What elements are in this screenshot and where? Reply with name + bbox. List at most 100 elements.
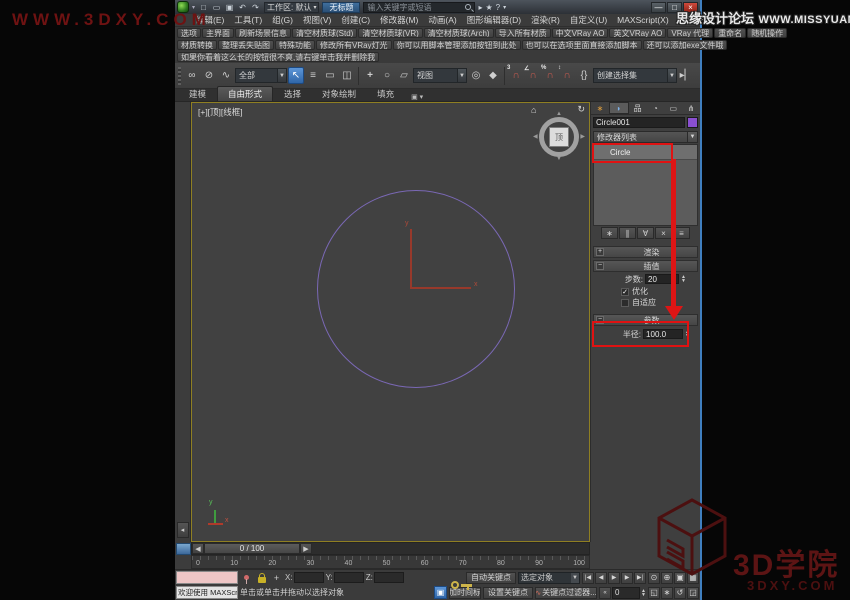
script-button[interactable]: 重命名 [714, 28, 746, 38]
time-slider-track[interactable]: ◀ 0 / 100 ▶ [191, 542, 590, 555]
viewcube-east-arrow[interactable]: ▶ [580, 133, 585, 140]
snap-toggle-3d-icon[interactable]: 3∩ [508, 67, 524, 84]
object-color-swatch[interactable] [687, 117, 698, 128]
script-button[interactable]: 如果你看着这么长的按钮很不爽,请右键单击我并删除我 [177, 52, 379, 62]
select-and-move-icon[interactable]: + [362, 67, 378, 84]
menu-item[interactable]: 视图(V) [298, 14, 336, 26]
script-button[interactable]: 也可以在选项里面直接添加脚本 [522, 40, 642, 50]
selection-set-dropdown[interactable]: 选定对象 ▼ [518, 572, 580, 584]
spinner-snap-icon[interactable]: ↕∩ [559, 67, 575, 84]
save-file-icon[interactable]: ▣ [224, 2, 235, 13]
ribbon-tab[interactable]: 选择 [274, 87, 311, 101]
optimize-checkbox[interactable]: ✓ [621, 288, 629, 296]
set-key-mode-key-icon[interactable] [451, 579, 473, 591]
play-icon[interactable]: ▶ [608, 572, 620, 584]
zoom-all-icon[interactable]: ⊕ [661, 572, 673, 584]
script-button[interactable]: 英文VRay AO [609, 28, 666, 38]
go-to-start-icon[interactable]: |◀ [582, 572, 594, 584]
viewport-top[interactable]: [+][顶][线框] ⌂ ↻ ▲ ▼ ◀ ▶ 顶 y x [191, 102, 590, 542]
x-field[interactable] [294, 572, 324, 583]
spinner-icon[interactable]: ▲▼ [641, 587, 646, 599]
favorites-star-icon[interactable]: ★ [486, 3, 493, 12]
modify-tab-icon[interactable]: ◗ [609, 102, 629, 114]
select-and-link-icon[interactable]: ∞ [184, 67, 200, 84]
previous-frame-icon[interactable]: ◀ [595, 572, 607, 584]
next-frame-arrow[interactable]: ▶ [300, 543, 312, 554]
z-field[interactable] [374, 572, 404, 583]
mirror-icon[interactable]: ▸▏ [678, 67, 694, 84]
orbit-icon[interactable]: ↺ [674, 587, 686, 599]
zoom-region-icon[interactable]: ◱ [648, 587, 660, 599]
menu-item[interactable]: MAXScript(X) [612, 15, 673, 25]
menu-item[interactable]: 图形编辑器(D) [462, 14, 526, 26]
zoom-extents-icon[interactable]: ▣ [674, 572, 686, 584]
current-frame-field[interactable]: 0 [612, 587, 640, 599]
viewcube-home-icon[interactable]: ⌂ [531, 105, 536, 115]
redo-icon[interactable]: ↷ [250, 2, 261, 13]
viewcube-rotate-icon[interactable]: ↻ [577, 104, 585, 115]
ribbon-tab[interactable]: 对象绘制 [312, 87, 366, 101]
motion-tab-icon[interactable]: ◔ [646, 102, 664, 114]
script-button[interactable]: 材质转换 [177, 40, 217, 50]
expand-icon[interactable]: + [596, 248, 604, 256]
menu-item[interactable]: 创建(C) [336, 14, 375, 26]
minimize-button[interactable]: — [651, 2, 666, 13]
search-icon[interactable] [465, 4, 471, 10]
circle-spline-shape[interactable] [317, 190, 515, 388]
modifier-list-dropdown[interactable]: 修改器列表 ▼ [593, 131, 698, 143]
script-button[interactable]: 导入所有材质 [495, 28, 551, 38]
script-button[interactable]: 整理丢失贴图 [218, 40, 274, 50]
help-icon[interactable]: ? [496, 3, 500, 12]
named-selection-sets-dropdown[interactable]: 创建选择集 ▼ [593, 68, 677, 83]
rollout-interpolation[interactable]: − 插值 [593, 260, 698, 272]
y-field[interactable] [334, 572, 364, 583]
viewcube[interactable]: ⌂ ↻ ▲ ▼ ◀ ▶ 顶 [533, 109, 585, 163]
unlink-selection-icon[interactable]: ⊘ [201, 67, 217, 84]
bind-to-spacewarp-icon[interactable]: ∿ [218, 67, 234, 84]
ribbon-tab[interactable]: 填充 [367, 87, 404, 101]
ribbon-tab[interactable]: 建模 [179, 87, 216, 101]
auto-key-button[interactable]: 自动关键点 [466, 572, 516, 584]
hierarchy-tab-icon[interactable]: 品 [629, 102, 647, 114]
selection-lock-icon[interactable] [255, 571, 268, 584]
utilities-tab-icon[interactable]: ⋔ [682, 102, 700, 114]
window-crossing-icon[interactable]: ◫ [339, 67, 355, 84]
script-button[interactable]: 还可以添加exe文件哦 [643, 40, 728, 50]
set-key-button[interactable]: 设置关键点 [483, 587, 533, 599]
menu-item[interactable]: 动画(A) [423, 14, 461, 26]
select-and-scale-icon[interactable]: ▱ [396, 67, 412, 84]
menu-item[interactable]: 渲染(R) [526, 14, 565, 26]
percent-snap-icon[interactable]: %∩ [542, 67, 558, 84]
zoom-icon[interactable]: ⊙ [648, 572, 660, 584]
object-name-field[interactable]: Circle001 [593, 117, 685, 128]
maxscript-listener-line[interactable]: 欢迎使用 MAXScript [176, 586, 238, 599]
selection-filter-dropdown[interactable]: 全部 ▼ [235, 68, 287, 83]
create-tab-icon[interactable]: ∗ [591, 102, 609, 114]
script-button[interactable]: 清空材质球(Std) [292, 28, 357, 38]
select-and-rotate-icon[interactable]: ○ [379, 67, 395, 84]
select-object-icon[interactable]: ↖ [288, 67, 304, 84]
undo-icon[interactable]: ↶ [237, 2, 248, 13]
pin-stack-icon[interactable]: ∗ [601, 227, 618, 239]
track-bar-ruler[interactable]: 0102030405060708090100 [191, 555, 590, 569]
script-button[interactable]: 清空材质球(VR) [358, 28, 422, 38]
help-chevron-icon[interactable]: ▾ [503, 4, 506, 11]
next-frame-icon[interactable]: ▶ [621, 572, 633, 584]
script-button[interactable]: VRay 代理 [667, 28, 713, 38]
pin-icon[interactable] [240, 571, 253, 584]
viewcube-top-face[interactable]: 顶 [549, 127, 569, 147]
show-end-result-icon[interactable]: ∥ [619, 227, 636, 239]
toolbar-grip[interactable] [178, 67, 181, 85]
ribbon-options-icon[interactable]: ▣ ▾ [411, 93, 423, 101]
open-file-icon[interactable]: ▭ [211, 2, 222, 13]
collapse-icon[interactable]: − [596, 262, 604, 270]
maxscript-listener-pink[interactable] [176, 571, 238, 584]
zoom-extents-all-icon[interactable]: ▦ [687, 572, 699, 584]
select-by-name-icon[interactable]: ≡ [305, 67, 321, 84]
viewcube-south-arrow[interactable]: ▼ [556, 156, 562, 162]
viewcube-west-arrow[interactable]: ◀ [533, 133, 538, 140]
remove-modifier-icon[interactable]: × [655, 227, 672, 239]
viewcube-north-arrow[interactable]: ▲ [556, 111, 562, 117]
menu-item[interactable]: 自定义(U) [565, 14, 612, 26]
layout-tabs-collapse-icon[interactable]: ◂ [177, 522, 189, 538]
